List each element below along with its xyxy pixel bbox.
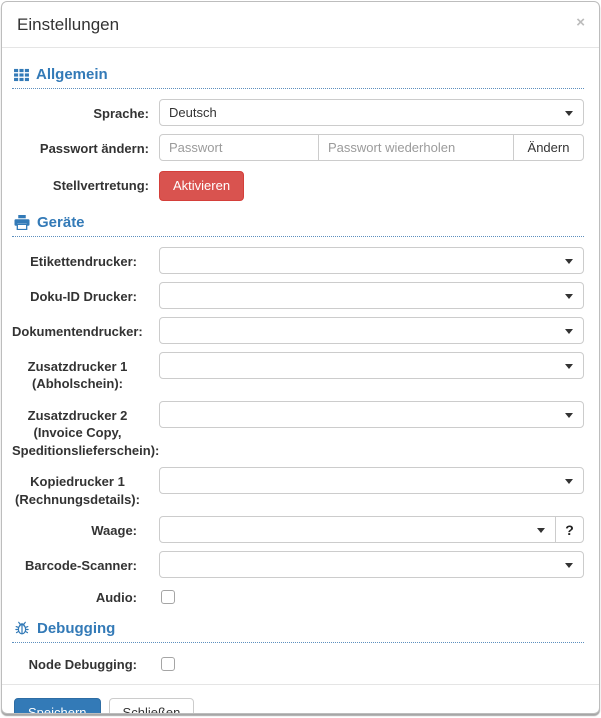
kopiedrucker-1-label: Kopiedrucker 1 (Rechnungsdetails): bbox=[15, 474, 140, 507]
row-waage: Waage: ? bbox=[12, 516, 584, 544]
password-repeat-field[interactable] bbox=[318, 134, 514, 161]
barcode-scanner-label: Barcode-Scanner: bbox=[25, 558, 137, 574]
stellvertretung-label: Stellvertretung: bbox=[52, 178, 149, 193]
waage-help-button[interactable]: ? bbox=[555, 516, 584, 544]
row-sprache: Sprache: Deutsch bbox=[12, 99, 584, 126]
printer-icon bbox=[14, 214, 30, 230]
row-node-debugging: Node Debugging: bbox=[12, 653, 584, 674]
row-barcode-scanner: Barcode-Scanner: bbox=[12, 551, 584, 579]
chevron-down-icon bbox=[565, 111, 573, 116]
dialog-footer: Speichern Schließen bbox=[2, 683, 599, 713]
dialog-title: Einstellungen bbox=[17, 15, 120, 34]
node-debugging-label: Node Debugging: bbox=[28, 656, 137, 672]
zusatzdrucker-1-select[interactable] bbox=[159, 351, 584, 379]
row-doku-id-drucker: Doku-ID Drucker: bbox=[12, 281, 584, 309]
chevron-down-icon bbox=[565, 328, 573, 334]
audio-checkbox[interactable] bbox=[161, 590, 175, 605]
chevron-down-icon bbox=[565, 479, 573, 485]
password-input-group: Ändern bbox=[159, 134, 584, 161]
grid-icon bbox=[14, 68, 29, 82]
node-debugging-checkbox[interactable] bbox=[161, 656, 175, 671]
close-button[interactable]: Schließen bbox=[108, 697, 195, 713]
bug-icon bbox=[14, 620, 30, 636]
settings-dialog: Einstellungen × Allgemein Sprache: Deuts… bbox=[1, 1, 600, 714]
passwort-label: Passwort ändern: bbox=[39, 141, 149, 156]
sprache-label: Sprache: bbox=[93, 106, 149, 121]
change-password-button[interactable]: Ändern bbox=[513, 134, 584, 161]
row-zusatzdrucker-1: Zusatzdrucker 1 (Abholschein): bbox=[12, 351, 584, 393]
section-title-allgemein: Allgemein bbox=[36, 66, 108, 83]
row-passwort: Passwort ändern: Ändern bbox=[12, 134, 584, 161]
kopiedrucker-1-select[interactable] bbox=[159, 467, 584, 495]
doku-id-drucker-select[interactable] bbox=[159, 281, 584, 309]
zusatzdrucker-1-label: Zusatzdrucker 1 (Abholschein): bbox=[27, 358, 128, 392]
row-stellvertretung: Stellvertretung: Aktivieren bbox=[12, 171, 584, 201]
password-field[interactable] bbox=[159, 134, 319, 161]
row-zusatzdrucker-2: Zusatzdrucker 2 (Invoice Copy, Spedition… bbox=[12, 400, 584, 460]
barcode-scanner-select[interactable] bbox=[159, 551, 584, 579]
section-header-debugging: Debugging bbox=[12, 620, 584, 643]
sprache-selected-value: Deutsch bbox=[169, 105, 217, 120]
sprache-select[interactable]: Deutsch bbox=[159, 99, 584, 126]
audio-label: Audio: bbox=[95, 590, 137, 606]
chevron-down-icon bbox=[537, 528, 545, 534]
row-audio: Audio: bbox=[12, 586, 584, 607]
save-button[interactable]: Speichern bbox=[14, 697, 101, 713]
dokumentendrucker-select[interactable] bbox=[159, 316, 584, 344]
zusatzdrucker-2-select[interactable] bbox=[159, 400, 584, 428]
chevron-down-icon bbox=[565, 412, 573, 418]
chevron-down-icon bbox=[565, 258, 573, 264]
dokumentendrucker-label: Dokumentendrucker: bbox=[12, 323, 143, 339]
row-kopiedrucker-1: Kopiedrucker 1 (Rechnungsdetails): bbox=[12, 467, 584, 508]
close-icon[interactable]: × bbox=[576, 15, 585, 30]
etikettendrucker-label: Etikettendrucker: bbox=[30, 253, 137, 269]
activate-substitute-button[interactable]: Aktivieren bbox=[159, 171, 245, 201]
section-title-debugging: Debugging bbox=[37, 619, 116, 637]
waage-select[interactable] bbox=[159, 516, 556, 544]
doku-id-drucker-label: Doku-ID Drucker: bbox=[30, 288, 137, 304]
section-header-allgemein: Allgemein bbox=[12, 66, 584, 89]
section-header-geraete: Geräte bbox=[12, 214, 584, 237]
chevron-down-icon bbox=[565, 563, 573, 569]
zusatzdrucker-2-label: Zusatzdrucker 2 (Invoice Copy, Spedition… bbox=[12, 407, 160, 458]
chevron-down-icon bbox=[565, 293, 573, 299]
row-dokumentendrucker: Dokumentendrucker: bbox=[12, 316, 584, 344]
chevron-down-icon bbox=[565, 363, 573, 369]
row-etikettendrucker: Etikettendrucker: bbox=[12, 246, 584, 274]
etikettendrucker-select[interactable] bbox=[159, 246, 584, 274]
dialog-body: Allgemein Sprache: Deutsch Passwort ände… bbox=[2, 48, 599, 684]
section-title-geraete: Geräte bbox=[37, 213, 85, 231]
waage-label: Waage: bbox=[91, 523, 137, 539]
dialog-header: Einstellungen × bbox=[2, 2, 599, 48]
